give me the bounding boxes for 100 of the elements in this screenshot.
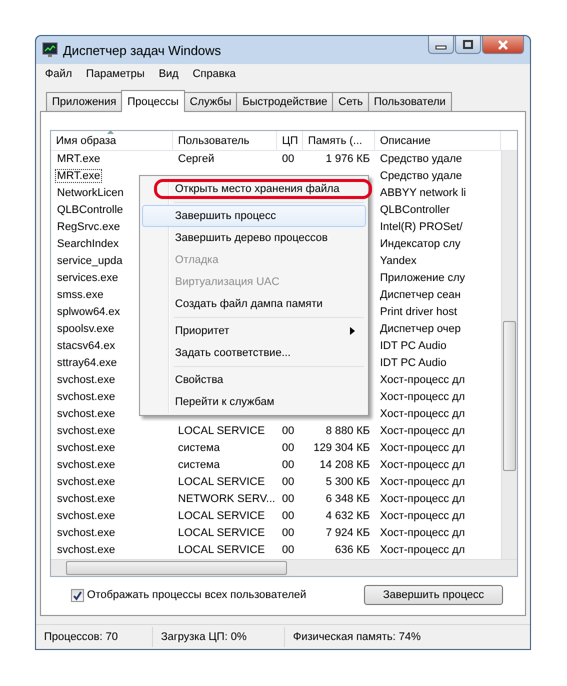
table-cell: Хост-процесс дл [380,476,465,488]
table-cell: MRT.exe [56,170,102,182]
table-cell: Хост-процесс дл [380,408,465,420]
table-cell: QLBControlle [56,204,124,216]
table-cell: services.exe [56,272,120,284]
table-cell: svchost.exe [56,408,116,420]
menu-item[interactable]: Вид [158,68,180,80]
table-cell: 00 [282,459,294,471]
table-cell: 8 880 КБ [326,425,370,437]
table-cell: 636 КБ [334,544,370,556]
table-cell: Диспетчер очер [380,323,461,335]
table-cell: svchost.exe [56,493,116,505]
menu-item[interactable]: Справка [192,68,237,80]
tab[interactable]: Быстродействие [236,92,334,111]
table-cell: Хост-процесс дл [380,425,465,437]
column-header[interactable]: ЦП [277,131,303,150]
window-title: Диспетчер задач Windows [63,42,222,58]
table-cell: 6 348 КБ [326,493,370,505]
table-cell: 00 [282,425,294,437]
table-cell: SearchIndex [56,238,120,250]
table-cell: IDT PC Audio [380,357,446,369]
table-cell: svchost.exe [56,527,116,539]
close-button[interactable] [482,36,524,54]
table-cell: MRT.exe [56,153,102,165]
table-cell: Yandex [380,255,416,267]
checkbox-label: Отображать процессы всех пользователей [87,589,306,601]
context-menu-item[interactable]: Свойства [142,369,366,391]
table-cell: 00 [282,544,294,556]
sort-arrow-icon [107,130,114,134]
table-cell: 129 304 КБ [314,442,370,454]
context-menu-item[interactable]: Перейти к службам [142,391,366,413]
table-cell: NetworkLicen [56,187,125,199]
table-cell: система [178,442,220,454]
tab[interactable]: Приложения [46,92,122,111]
monitor-icon [42,42,58,58]
tab[interactable]: Службы [184,92,238,111]
column-header[interactable]: Имя образа [51,131,173,150]
scroll-thumb[interactable] [503,321,516,471]
status-text: Физическая память: 74% [292,630,422,645]
table-cell: 00 [282,153,294,165]
table-cell: svchost.exe [56,510,116,522]
scroll-thumb[interactable] [66,561,287,575]
column-header[interactable]: Пользователь [173,131,277,150]
tab[interactable]: Пользователи [368,92,452,111]
table-cell: 00 [282,493,294,505]
minimize-button[interactable] [428,36,454,54]
status-text: Загрузка ЦП: 0% [153,627,285,647]
table-cell: Диспетчер сеан [380,289,461,301]
column-header[interactable]: Описание [375,131,501,150]
horizontal-scrollbar[interactable] [51,559,517,576]
table-cell: stacsv64.ex [56,340,116,352]
table-cell: sttray64.exe [56,357,118,369]
table-cell: 4 632 КБ [326,510,370,522]
menu-item[interactable]: Файл [44,68,74,80]
table-cell: 00 [282,510,294,522]
table-cell: svchost.exe [56,459,116,471]
table-cell: Индексатор слу [380,238,460,250]
column-header[interactable]: Память (... [303,131,375,150]
table-cell: Хост-процесс дл [380,391,465,403]
maximize-icon [462,40,474,50]
context-menu-item[interactable]: Открыть место хранения файла [142,178,366,200]
table-cell: svchost.exe [56,425,116,437]
table-cell: Хост-процесс дл [380,510,465,522]
table-cell: 14 208 КБ [320,459,370,471]
tab[interactable]: Сеть [332,92,369,111]
table-cell: spoolsv.exe [56,323,116,335]
table-cell: Сергей [178,153,214,165]
table-cell: QLBController [380,204,450,216]
table-cell: Хост-процесс дл [380,374,465,386]
tab[interactable]: Процессы [121,90,185,112]
checkbox[interactable] [71,588,84,602]
context-menu-item[interactable]: Завершить процесс [142,205,366,227]
table-cell: RegSrvc.exe [56,221,121,233]
table-cell: svchost.exe [56,544,116,556]
table-cell: Средство удале [380,153,462,165]
context-menu-item[interactable]: Приоритет [142,320,366,342]
maximize-button[interactable] [455,36,481,54]
table-cell: LOCAL SERVICE [178,510,265,522]
table-cell: LOCAL SERVICE [178,527,265,539]
table-cell: LOCAL SERVICE [178,544,265,556]
table-cell: 00 [282,476,294,488]
end-process-button[interactable]: Завершить процесс [364,585,503,605]
table-cell: LOCAL SERVICE [178,425,265,437]
table-cell: Средство удале [380,170,462,182]
table-cell: Приложение слу [380,272,465,284]
close-icon [496,40,510,50]
context-menu-item[interactable]: Завершить дерево процессов [142,227,366,249]
table-cell: svchost.exe [56,391,116,403]
submenu-arrow-icon [350,327,355,335]
table-cell: smss.exe [56,289,104,301]
table-cell: splwow64.ex [56,306,121,318]
table-cell: svchost.exe [56,476,116,488]
menu-item[interactable]: Параметры [85,68,146,80]
table-cell: svchost.exe [56,442,116,454]
table-cell: Хост-процесс дл [380,442,465,454]
table-cell: service_upda [56,255,124,267]
context-menu-item[interactable]: Создать файл дампа памяти [142,293,366,315]
context-menu-item[interactable]: Задать соответствие... [142,342,366,364]
table-cell: Хост-процесс дл [380,527,465,539]
vertical-scrollbar[interactable] [501,151,517,559]
